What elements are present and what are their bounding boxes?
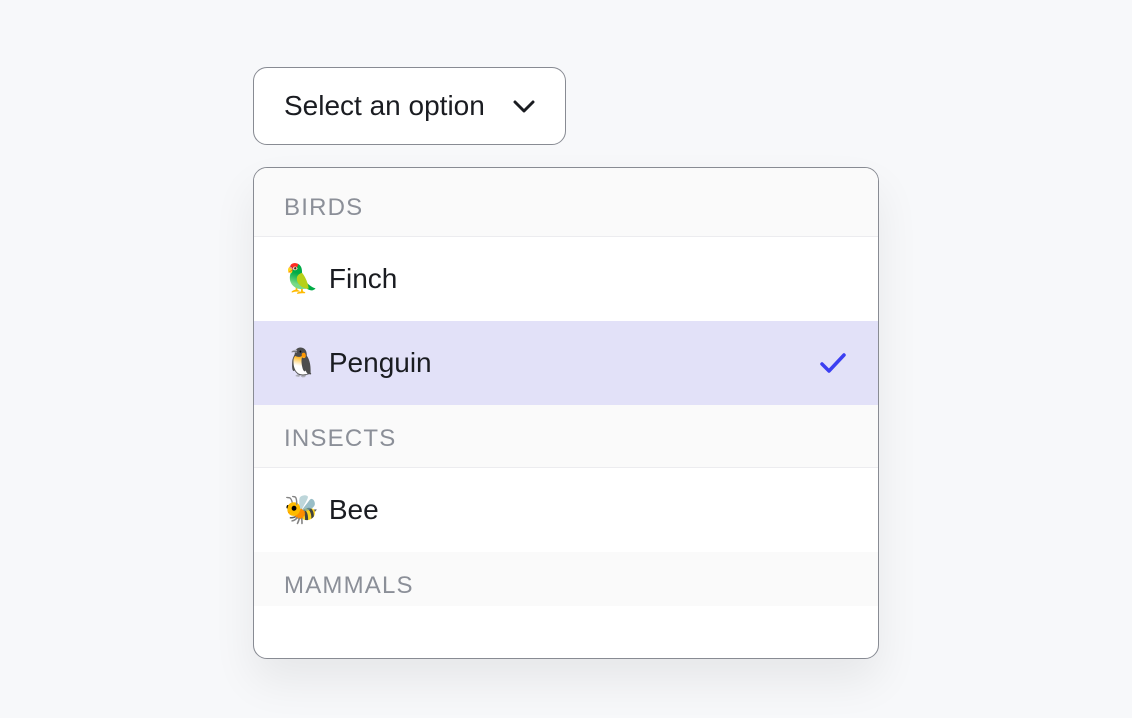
group-header-mammals: MAMMALS: [254, 552, 878, 606]
group-header-insects: INSECTS: [254, 405, 878, 468]
group-header-birds: BIRDS: [254, 168, 878, 237]
chevron-down-icon: [513, 95, 535, 117]
bee-icon: 🐝: [284, 496, 319, 524]
option-finch[interactable]: 🦜 Finch: [254, 237, 878, 321]
select-placeholder: Select an option: [284, 90, 485, 122]
select-dropdown[interactable]: BIRDS 🦜 Finch 🐧 Penguin INSECTS 🐝 Bee MA…: [253, 167, 879, 659]
option-bee[interactable]: 🐝 Bee: [254, 468, 878, 552]
option-label: Penguin: [329, 347, 432, 379]
parrot-icon: 🦜: [284, 265, 319, 293]
check-icon: [818, 348, 848, 378]
option-label: Finch: [329, 263, 397, 295]
penguin-icon: 🐧: [284, 349, 319, 377]
option-penguin[interactable]: 🐧 Penguin: [254, 321, 878, 405]
select-trigger[interactable]: Select an option: [253, 67, 566, 145]
option-label: Bee: [329, 494, 379, 526]
